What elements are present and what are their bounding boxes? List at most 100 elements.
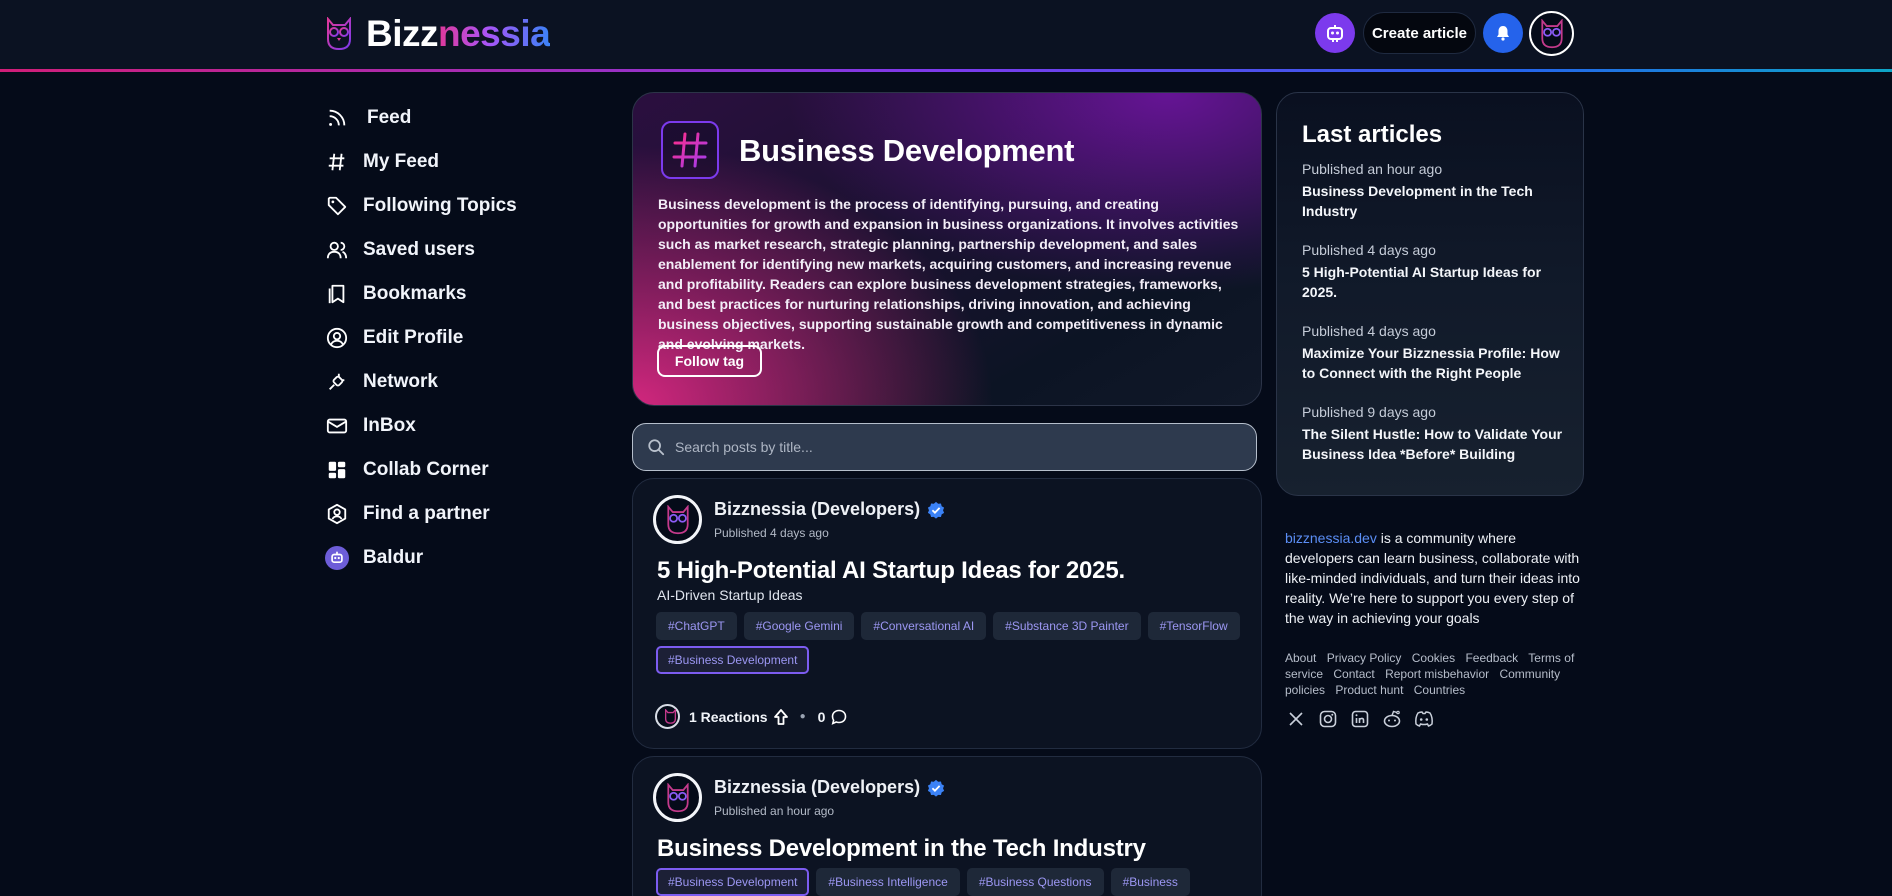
tag-description: Business development is the process of i… bbox=[658, 196, 1239, 352]
footer-link-report[interactable]: Report misbehavior bbox=[1385, 667, 1489, 681]
sidebar-nav: Feed My Feed Following Topics Saved user… bbox=[325, 96, 585, 580]
sidebar-item-my-feed[interactable]: My Feed bbox=[325, 140, 585, 184]
tag-chip[interactable]: #Substance 3D Painter bbox=[993, 612, 1141, 640]
instagram-icon[interactable] bbox=[1317, 708, 1339, 730]
sidebar-item-label: Saved users bbox=[363, 239, 475, 260]
tag-hero-card: Business Development Business developmen… bbox=[632, 92, 1262, 406]
verified-badge-icon bbox=[927, 779, 945, 797]
sidebar-item-find-partner[interactable]: Find a partner bbox=[325, 492, 585, 536]
author-name-text: Bizznessia (Developers) bbox=[714, 499, 921, 519]
sidebar-item-label: Following Topics bbox=[363, 195, 517, 216]
post-date: Published an hour ago bbox=[714, 804, 835, 818]
ai-assistant-button[interactable] bbox=[1315, 13, 1355, 53]
sidebar-item-inbox[interactable]: InBox bbox=[325, 404, 585, 448]
tag-chip[interactable]: #ChatGPT bbox=[656, 612, 737, 640]
sidebar-item-network[interactable]: Network bbox=[325, 360, 585, 404]
tag-chip[interactable]: #Google Gemini bbox=[743, 612, 855, 640]
sidebar-item-following-topics[interactable]: Following Topics bbox=[325, 184, 585, 228]
create-article-button[interactable]: Create article bbox=[1363, 12, 1476, 54]
author-avatar[interactable] bbox=[653, 773, 702, 822]
logo-text-part1: Bizz bbox=[366, 13, 439, 54]
tag-chip[interactable]: #Business Intelligence bbox=[816, 868, 960, 896]
footer-link-about[interactable]: About bbox=[1285, 651, 1316, 665]
sidebar-item-label: Collab Corner bbox=[363, 459, 489, 480]
last-article-title[interactable]: Business Development in the Tech Industr… bbox=[1302, 181, 1567, 221]
last-article-date: Published 4 days ago bbox=[1302, 242, 1436, 258]
tag-chip-active[interactable]: #Business Development bbox=[656, 646, 810, 674]
last-article-title[interactable]: 5 High-Potential AI Startup Ideas for 20… bbox=[1302, 262, 1567, 302]
post-tags: #Business Development #Business Intellig… bbox=[656, 868, 1246, 896]
post-title[interactable]: 5 High-Potential AI Startup Ideas for 20… bbox=[657, 557, 1125, 585]
discord-icon[interactable] bbox=[1413, 708, 1435, 730]
footer-link-countries[interactable]: Countries bbox=[1414, 683, 1465, 697]
sidebar-item-edit-profile[interactable]: Edit Profile bbox=[325, 316, 585, 360]
rss-icon bbox=[325, 106, 349, 130]
reddit-icon[interactable] bbox=[1381, 708, 1403, 730]
robot-icon bbox=[325, 546, 349, 570]
sidebar-item-baldur[interactable]: Baldur bbox=[325, 536, 585, 580]
footer-link-feedback[interactable]: Feedback bbox=[1465, 651, 1518, 665]
comment-icon[interactable] bbox=[831, 709, 847, 725]
search-icon bbox=[648, 439, 665, 456]
footer-link-cookies[interactable]: Cookies bbox=[1412, 651, 1455, 665]
owl-logo-icon bbox=[327, 17, 351, 51]
footer-link-privacy[interactable]: Privacy Policy bbox=[1327, 651, 1402, 665]
search-bar bbox=[632, 423, 1257, 471]
sidebar-item-label: Baldur bbox=[363, 547, 424, 568]
linkedin-icon[interactable] bbox=[1349, 708, 1371, 730]
post-tags: #ChatGPT #Google Gemini #Conversational … bbox=[656, 612, 1246, 674]
reactor-avatar bbox=[655, 704, 680, 729]
footer-link-contact[interactable]: Contact bbox=[1333, 667, 1374, 681]
comments-count: 0 bbox=[817, 708, 826, 725]
sidebar-item-label: Network bbox=[363, 371, 438, 392]
logo[interactable]: Bizznessia bbox=[325, 13, 551, 55]
last-article-date: Published an hour ago bbox=[1302, 161, 1443, 177]
social-links bbox=[1285, 708, 1435, 730]
plug-icon bbox=[325, 370, 349, 394]
tag-chip[interactable]: #TensorFlow bbox=[1147, 612, 1240, 640]
sidebar-item-label: Find a partner bbox=[363, 503, 490, 524]
sidebar-item-collab-corner[interactable]: Collab Corner bbox=[325, 448, 585, 492]
last-article-item[interactable]: Published 4 days ago 5 High-Potential AI… bbox=[1302, 242, 1567, 302]
notifications-button[interactable] bbox=[1483, 13, 1523, 53]
sidebar-item-bookmarks[interactable]: Bookmarks bbox=[325, 272, 585, 316]
logo-text: Bizznessia bbox=[366, 13, 551, 55]
post-card[interactable]: Bizznessia (Developers) Published 4 days… bbox=[632, 478, 1262, 749]
owl-avatar-icon bbox=[664, 709, 677, 724]
owl-avatar-icon bbox=[1540, 18, 1563, 48]
tag-chip-active[interactable]: #Business Development bbox=[656, 868, 810, 896]
last-article-title[interactable]: The Silent Hustle: How to Validate Your … bbox=[1302, 424, 1567, 464]
user-avatar-button[interactable] bbox=[1529, 11, 1574, 56]
sidebar-item-saved-users[interactable]: Saved users bbox=[325, 228, 585, 272]
post-card[interactable]: Bizznessia (Developers) Published an hou… bbox=[632, 756, 1262, 896]
last-article-item[interactable]: Published 9 days ago The Silent Hustle: … bbox=[1302, 404, 1567, 464]
search-input[interactable] bbox=[675, 439, 1235, 455]
last-article-date: Published 9 days ago bbox=[1302, 404, 1436, 420]
mail-icon bbox=[325, 414, 349, 438]
tag-chip[interactable]: #Business bbox=[1110, 868, 1190, 896]
sidebar-item-label: Bookmarks bbox=[363, 283, 467, 304]
separator-dot: ● bbox=[799, 711, 806, 722]
x-twitter-icon[interactable] bbox=[1285, 708, 1307, 730]
logo-text-part2: nessia bbox=[438, 13, 551, 54]
footer-links: About Privacy Policy Cookies Feedback Te… bbox=[1285, 650, 1585, 698]
sidebar-item-label: Feed bbox=[367, 107, 412, 128]
author-name[interactable]: Bizznessia (Developers) bbox=[714, 777, 945, 798]
post-title[interactable]: Business Development in the Tech Industr… bbox=[657, 835, 1146, 863]
last-article-item[interactable]: Published an hour ago Business Developme… bbox=[1302, 161, 1567, 221]
last-article-item[interactable]: Published 4 days ago Maximize Your Bizzn… bbox=[1302, 323, 1567, 383]
site-link[interactable]: bizznessia.dev bbox=[1285, 530, 1377, 546]
last-article-title[interactable]: Maximize Your Bizznessia Profile: How to… bbox=[1302, 343, 1567, 383]
post-reactions: 1 Reactions ● 0 bbox=[655, 704, 847, 729]
upvote-arrow-icon[interactable] bbox=[773, 708, 788, 725]
footer-link-product-hunt[interactable]: Product hunt bbox=[1335, 683, 1403, 697]
author-avatar[interactable] bbox=[653, 495, 702, 544]
owl-avatar-icon bbox=[666, 782, 689, 812]
follow-tag-button[interactable]: Follow tag bbox=[657, 345, 762, 377]
tag-chip[interactable]: #Business Questions bbox=[966, 868, 1104, 896]
user-hexagon-icon bbox=[325, 502, 349, 526]
baldur-icon-wrapper bbox=[325, 546, 349, 570]
tag-chip[interactable]: #Conversational AI bbox=[861, 612, 987, 640]
author-name[interactable]: Bizznessia (Developers) bbox=[714, 499, 945, 520]
sidebar-item-feed[interactable]: Feed bbox=[325, 96, 585, 140]
